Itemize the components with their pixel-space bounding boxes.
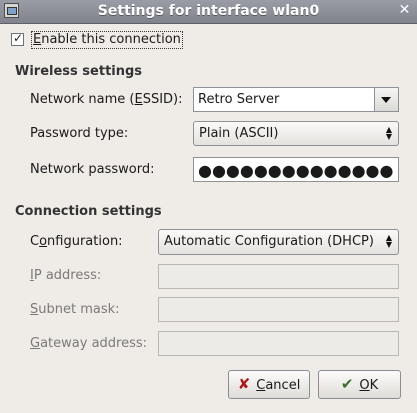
subnet-mask-input — [158, 297, 399, 322]
ok-label: K — [369, 378, 379, 393]
network-password-label: Network password: — [30, 162, 155, 177]
connection-settings-heading: Connection settings — [15, 204, 162, 219]
chevron-down-icon — [381, 97, 391, 103]
ip-address-label: IP address: — [30, 268, 102, 283]
checkmark-icon: ✔ — [340, 375, 354, 393]
ok-button[interactable]: ✔ OK — [318, 370, 401, 399]
configuration-value: Automatic Configuration (DHCP) — [164, 234, 374, 249]
checkbox-box[interactable] — [11, 31, 24, 46]
title-bar: Settings for interface wlan0 ✕ — [0, 0, 417, 24]
password-type-select[interactable]: Plain (ASCII) ▲ ▼ — [193, 121, 399, 146]
network-name-dropdown-button[interactable] — [374, 88, 398, 111]
wireless-settings-heading: Wireless settings — [15, 64, 143, 79]
cancel-label: ancel — [265, 378, 301, 393]
ip-address-input — [158, 264, 399, 289]
gateway-address-label: Gateway address: — [30, 336, 148, 351]
configuration-label: Configuration: — [30, 234, 123, 249]
network-name-value[interactable]: Retro Server — [198, 92, 279, 107]
cancel-button[interactable]: ✘ Cancel — [228, 370, 310, 399]
cancel-icon: ✘ — [237, 375, 251, 393]
password-type-value: Plain (ASCII) — [199, 126, 279, 141]
updown-arrows-icon: ▲ ▼ — [385, 233, 393, 249]
close-icon[interactable]: ✕ — [396, 2, 413, 19]
ok-mnemonic: O — [359, 378, 370, 393]
subnet-mask-label: Subnet mask: — [30, 302, 120, 317]
network-password-input[interactable]: ●●●●●●●●●●●●●● — [193, 157, 399, 182]
password-type-label: Password type: — [30, 126, 129, 141]
window-title: Settings for interface wlan0 — [97, 3, 320, 19]
network-name-combo[interactable]: Retro Server — [193, 87, 399, 112]
gateway-address-input — [158, 331, 399, 356]
enable-connection-label[interactable]: Enable this connection — [31, 31, 183, 49]
updown-arrows-icon: ▲ ▼ — [385, 125, 393, 141]
configuration-select[interactable]: Automatic Configuration (DHCP) ▲ ▼ — [158, 229, 399, 255]
network-name-label: Network name (ESSID): — [30, 92, 183, 107]
cancel-mnemonic: C — [256, 378, 266, 393]
password-mask: ●●●●●●●●●●●●●● — [198, 161, 394, 180]
